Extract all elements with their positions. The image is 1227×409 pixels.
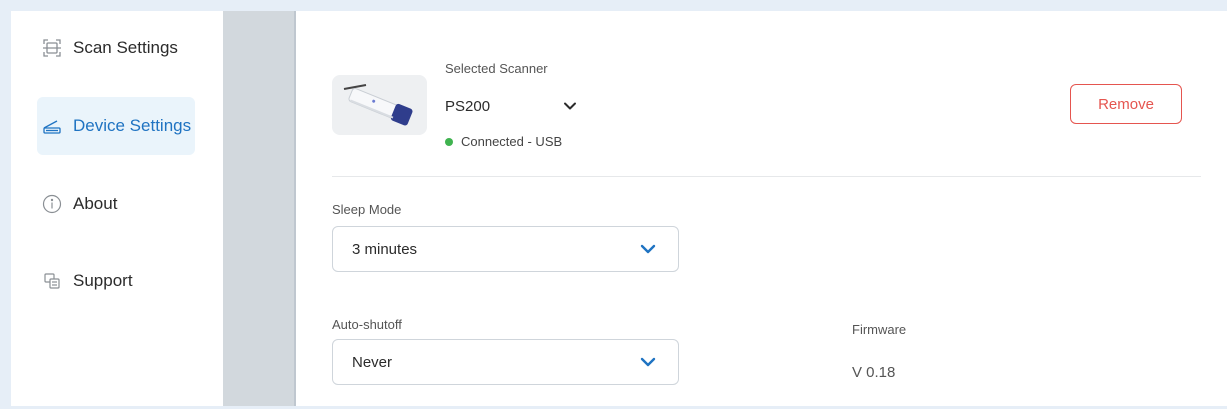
- firmware-label: Firmware: [852, 322, 907, 337]
- auto-shutoff-select[interactable]: Never: [332, 339, 679, 385]
- scanner-image: [332, 75, 427, 135]
- scanner-select[interactable]: PS200: [445, 95, 577, 117]
- sidebar-item-label: Support: [73, 271, 133, 290]
- auto-shutoff-label: Auto-shutoff: [332, 317, 402, 332]
- sidebar-item-scan-settings[interactable]: Scan Settings: [37, 19, 195, 77]
- status-text: Connected - USB: [461, 134, 563, 149]
- support-icon: [41, 270, 63, 292]
- sidebar-item-device-settings[interactable]: Device Settings: [37, 97, 195, 155]
- selected-scanner-label: Selected Scanner: [445, 61, 548, 76]
- firmware-value: V 0.18: [852, 364, 896, 381]
- auto-shutoff-value: Never: [352, 353, 393, 371]
- sidebar: Scan Settings Device Settings About Supp…: [11, 11, 223, 406]
- sidebar-item-about[interactable]: About: [37, 175, 195, 233]
- connection-status: Connected - USB: [445, 134, 562, 149]
- sidebar-item-support[interactable]: Support: [37, 252, 195, 310]
- chevron-down-icon: [640, 244, 656, 254]
- device-settings-panel: Selected Scanner PS200 Connected - USB R…: [296, 11, 1227, 406]
- chevron-down-icon: [563, 101, 577, 111]
- sleep-mode-label: Sleep Mode: [332, 202, 402, 217]
- sleep-mode-select[interactable]: 3 minutes: [332, 226, 679, 272]
- scanner-name: PS200: [445, 97, 491, 115]
- remove-button[interactable]: Remove: [1070, 84, 1182, 124]
- app-window: Scan Settings Device Settings About Supp…: [11, 11, 1227, 406]
- status-dot-icon: [445, 137, 453, 146]
- info-icon: [41, 193, 63, 215]
- sleep-mode-value: 3 minutes: [352, 240, 418, 258]
- sidebar-item-label: Scan Settings: [73, 38, 178, 57]
- sidebar-gutter: [223, 11, 294, 406]
- chevron-down-icon: [640, 357, 656, 367]
- sidebar-item-label: About: [73, 194, 118, 213]
- section-divider: [332, 176, 1201, 177]
- sidebar-item-label: Device Settings: [73, 116, 192, 135]
- scanner-icon: [41, 115, 63, 137]
- scan-frame-icon: [41, 37, 63, 59]
